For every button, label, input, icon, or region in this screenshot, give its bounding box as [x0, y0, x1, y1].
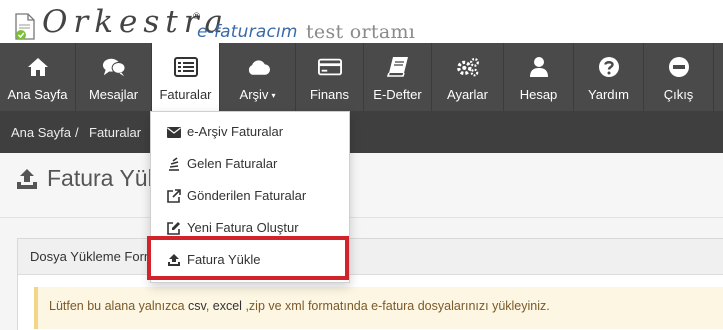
page-header: Fatura Yükle: [0, 153, 723, 218]
nav-label: Finans: [309, 87, 350, 102]
panel-title: Dosya Yükleme Formu: [30, 249, 162, 264]
nav-label: Faturalar: [159, 87, 212, 102]
nav-item-e-defter[interactable]: E-Defter: [364, 43, 432, 111]
dropdown-item-e-arsiv-faturalar[interactable]: e-Arşiv Faturalar: [151, 116, 349, 148]
cogs-icon: [456, 56, 480, 78]
question-icon: [597, 56, 621, 78]
caret-down-icon: ▾: [271, 90, 276, 100]
nav-label: Hesap: [519, 87, 558, 102]
envelope-icon: [167, 125, 181, 139]
nav-item-ayarlar[interactable]: Ayarlar: [432, 43, 504, 111]
nav-label: E-Defter: [373, 87, 422, 102]
breadcrumb: Ana Sayfa / Faturalar: [0, 111, 723, 153]
dropdown-item-gonderilen-faturalar[interactable]: Gönderilen Faturalar: [151, 180, 349, 212]
nav-label: Ana Sayfa: [7, 87, 68, 102]
chat-icon: [102, 56, 126, 78]
nav-label: Mesajlar: [88, 87, 139, 102]
external-link-icon: [167, 189, 181, 203]
dropdown-item-yeni-fatura-olustur[interactable]: Yeni Fatura Oluştur: [151, 212, 349, 244]
cloud-icon: [246, 56, 270, 78]
nav-label: Yardım: [588, 87, 629, 102]
dropdown-item-fatura-yukle[interactable]: Fatura Yükle: [151, 244, 349, 276]
document-logo-icon: [15, 13, 35, 40]
logo-bar: Orkestra ® e-faturacım test ortamı: [0, 0, 723, 43]
nav-label: Çıkış: [663, 87, 694, 102]
upload-form-panel: Dosya Yükleme Formu Lütfen bu alana yaln…: [17, 238, 723, 330]
nav-item-mesajlar[interactable]: Mesajlar: [76, 43, 152, 111]
user-icon: [527, 56, 551, 78]
nav-item-faturalar[interactable]: Faturalar: [152, 43, 220, 112]
nav-item-yardim[interactable]: Yardım: [574, 43, 644, 111]
invoice-list-icon: [173, 56, 198, 78]
breadcrumb-separator: /: [75, 125, 79, 140]
credit-card-icon: [317, 56, 342, 78]
nav-label: Ayarlar: [447, 87, 488, 102]
nav-item-finans[interactable]: Finans: [296, 43, 364, 111]
nav-item-arsiv[interactable]: Arşiv ▾: [220, 43, 296, 111]
brand-product: e-faturacım: [197, 22, 298, 42]
dropdown-item-gelen-faturalar[interactable]: Gelen Faturalar: [151, 148, 349, 180]
stack-icon: [167, 157, 181, 171]
minus-circle-icon: [667, 56, 691, 78]
dropdown-item-label: Yeni Fatura Oluştur: [187, 220, 299, 235]
dropdown-item-label: e-Arşiv Faturalar: [187, 124, 284, 139]
nav-item-hesap[interactable]: Hesap: [504, 43, 574, 111]
nav-item-cikis[interactable]: Çıkış: [644, 43, 714, 111]
brand-registered-mark: ®: [192, 12, 201, 22]
environment-label: test ortamı: [306, 21, 416, 43]
notice-alert: Lütfen bu alana yalnızca csv, excel ,zip…: [34, 287, 723, 329]
dropdown-item-label: Gelen Faturalar: [187, 156, 278, 171]
upload-icon: [167, 253, 181, 267]
nav-label: Arşiv ▾: [239, 87, 276, 102]
dropdown-item-label: Gönderilen Faturalar: [187, 188, 307, 203]
panel-heading: Dosya Yükleme Formu: [18, 239, 723, 275]
breadcrumb-item-ana-sayfa[interactable]: Ana Sayfa: [11, 125, 71, 140]
faturalar-dropdown-menu: e-Arşiv Faturalar Gelen Faturalar Gönder…: [150, 111, 350, 283]
edit-icon: [167, 221, 181, 235]
home-icon: [26, 56, 50, 78]
upload-icon: [17, 169, 37, 189]
nav-item-ana-sayfa[interactable]: Ana Sayfa: [0, 43, 76, 111]
book-icon: [386, 56, 410, 78]
main-navbar: Ana Sayfa Mesajlar Faturalar Arşiv ▾ Fina…: [0, 43, 723, 112]
notice-text: Lütfen bu alana yalnızca csv, excel ,zip…: [49, 299, 550, 313]
breadcrumb-item-faturalar[interactable]: Faturalar: [89, 125, 141, 140]
dropdown-item-label: Fatura Yükle: [187, 252, 261, 267]
